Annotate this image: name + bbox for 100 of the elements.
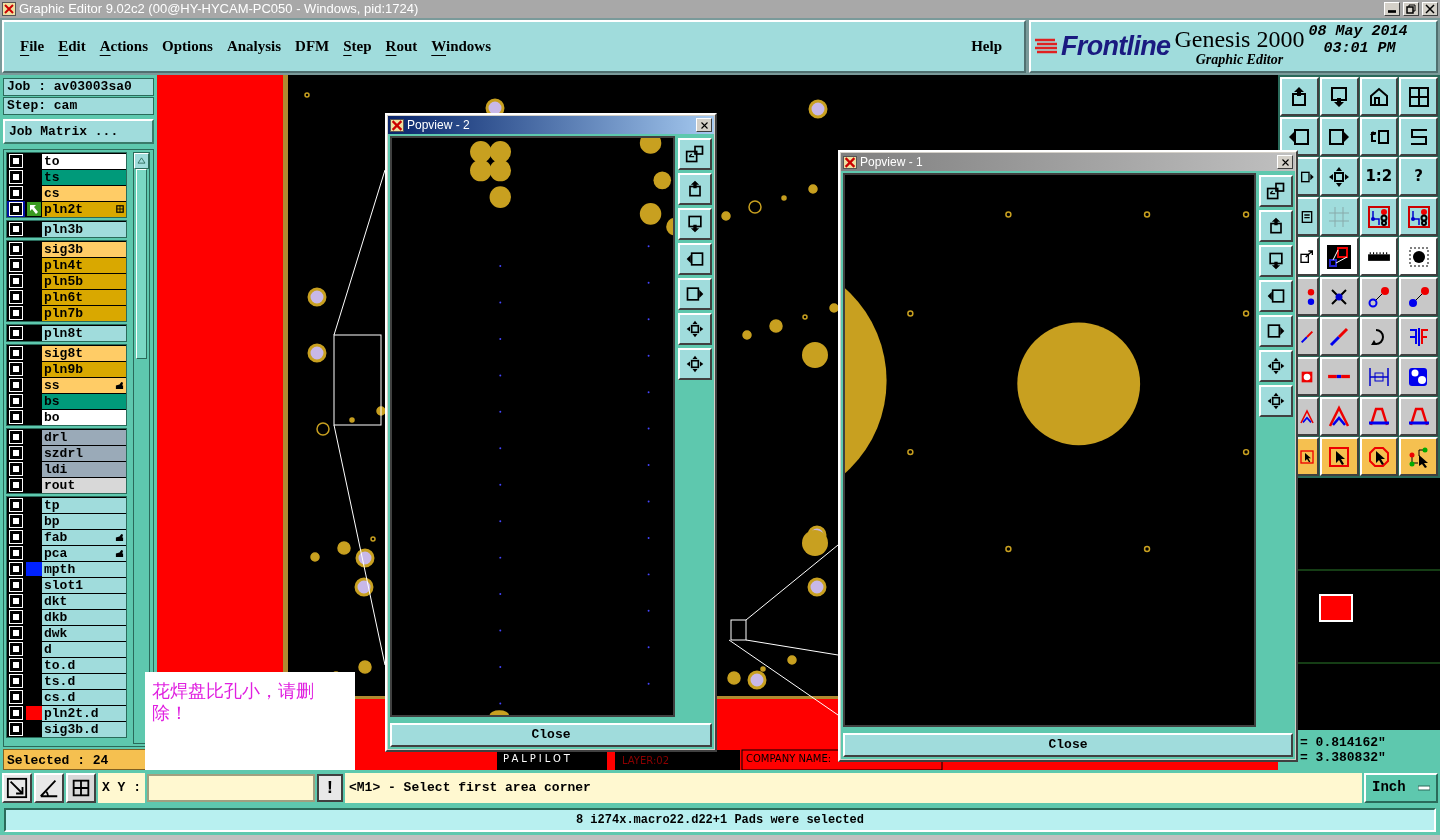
minimize-button[interactable]: [1384, 2, 1400, 16]
tool-button[interactable]: [1399, 397, 1438, 436]
layer-row[interactable]: to.d: [7, 656, 126, 673]
view-tool-button[interactable]: [1259, 315, 1293, 347]
view-tool-button[interactable]: [678, 348, 712, 380]
layer-row[interactable]: ldi: [7, 460, 126, 477]
grid-snap-button[interactable]: [66, 772, 96, 803]
tool-button[interactable]: [1399, 197, 1438, 236]
close-button[interactable]: [696, 118, 712, 132]
layer-row[interactable]: mpth: [7, 560, 126, 577]
layer-row[interactable]: ts.d: [7, 672, 126, 689]
restore-button[interactable]: [1403, 2, 1419, 16]
menu-item[interactable]: Edit: [52, 33, 92, 60]
units-dropdown[interactable]: Inch: [1364, 772, 1438, 803]
tool-button[interactable]: [1359, 197, 1399, 236]
layer-row[interactable]: bp: [7, 512, 126, 529]
tool-button[interactable]: [1319, 437, 1359, 476]
view-tool-button[interactable]: [1259, 210, 1293, 242]
menu-item[interactable]: Options: [156, 33, 219, 60]
view-tool-button[interactable]: [1259, 175, 1293, 207]
layer-row[interactable]: dkb: [7, 608, 126, 625]
layer-row[interactable]: ss: [7, 376, 126, 393]
menu-item[interactable]: Rout: [379, 33, 424, 60]
close-button[interactable]: [1422, 2, 1438, 16]
angle-ruler-button[interactable]: [34, 772, 64, 803]
close-button[interactable]: Close: [843, 733, 1293, 757]
tool-button[interactable]: [1359, 317, 1399, 356]
layer-row[interactable]: pln2t.d: [7, 704, 126, 721]
layer-row[interactable]: sig8t: [7, 344, 126, 361]
layer-row[interactable]: tp: [7, 496, 126, 513]
layer-row[interactable]: sig3b.d: [7, 720, 126, 737]
tool-button[interactable]: [1399, 117, 1438, 156]
menu-item[interactable]: Help: [965, 33, 1008, 60]
view-tool-button[interactable]: [678, 278, 712, 310]
layer-row[interactable]: cs.d: [7, 688, 126, 705]
layer-row[interactable]: pln2t: [7, 200, 126, 217]
layer-row[interactable]: pln7b: [7, 304, 126, 321]
layer-row[interactable]: to: [7, 152, 126, 169]
layer-row[interactable]: pln6t: [7, 288, 126, 305]
layer-row[interactable]: pca: [7, 544, 126, 561]
tool-button[interactable]: [1319, 357, 1359, 396]
tool-button[interactable]: 1:2: [1359, 157, 1399, 196]
menu-item[interactable]: File: [14, 33, 51, 60]
layer-row[interactable]: drl: [7, 428, 126, 445]
view-tool-button[interactable]: [678, 173, 712, 205]
tool-button[interactable]: [1319, 397, 1359, 436]
layer-row[interactable]: pln8t: [7, 324, 126, 341]
tool-button[interactable]: [1359, 277, 1399, 316]
layer-row[interactable]: pln3b: [7, 220, 126, 237]
view-tool-button[interactable]: [678, 138, 712, 170]
menu-item[interactable]: Actions: [93, 33, 155, 60]
layer-row[interactable]: szdrl: [7, 444, 126, 461]
job-matrix-button[interactable]: Job Matrix ...: [3, 119, 154, 144]
layer-row[interactable]: d: [7, 640, 126, 657]
tool-button[interactable]: [1359, 437, 1399, 476]
layer-row[interactable]: cs: [7, 184, 126, 201]
layer-row[interactable]: ts: [7, 168, 126, 185]
layer-row[interactable]: bo: [7, 408, 126, 425]
layer-row[interactable]: rout: [7, 476, 126, 493]
tool-button[interactable]: [1319, 237, 1359, 276]
scrollbar-thumb[interactable]: [136, 168, 147, 359]
tool-button[interactable]: [1399, 277, 1438, 316]
layer-row[interactable]: fab: [7, 528, 126, 545]
zoom-diagonal-button[interactable]: [2, 772, 32, 803]
xy-input-field[interactable]: [147, 773, 315, 802]
menu-item[interactable]: Step: [337, 33, 378, 60]
tool-button[interactable]: [1359, 397, 1399, 436]
layer-row[interactable]: pln5b: [7, 272, 126, 289]
tool-button[interactable]: [1359, 357, 1399, 396]
tool-button[interactable]: [1399, 357, 1438, 396]
view-tool-button[interactable]: [1259, 350, 1293, 382]
close-button[interactable]: [1277, 155, 1293, 169]
tool-button[interactable]: [1319, 277, 1359, 316]
layer-checkbox[interactable]: [10, 202, 22, 215]
view-tool-button[interactable]: [1259, 385, 1293, 417]
layer-row[interactable]: dkt: [7, 592, 126, 609]
tool-button[interactable]: [1319, 197, 1359, 236]
tool-button[interactable]: [1280, 117, 1319, 156]
menu-item[interactable]: DFM: [289, 33, 336, 60]
tool-button[interactable]: [1359, 77, 1399, 116]
layer-row[interactable]: dwk: [7, 624, 126, 641]
layer-row[interactable]: bs: [7, 392, 126, 409]
tool-button[interactable]: [1319, 117, 1359, 156]
tool-button[interactable]: [1399, 317, 1438, 356]
tool-button[interactable]: [1359, 237, 1399, 276]
view-tool-button[interactable]: [678, 208, 712, 240]
view-tool-button[interactable]: [678, 313, 712, 345]
view-tool-button[interactable]: [1259, 280, 1293, 312]
tool-button[interactable]: [1280, 77, 1319, 116]
tool-button[interactable]: [1319, 317, 1359, 356]
view-tool-button[interactable]: [1259, 245, 1293, 277]
tool-button[interactable]: [1359, 117, 1399, 156]
exclaim-button[interactable]: !: [317, 773, 343, 802]
layer-row[interactable]: slot1: [7, 576, 126, 593]
scrollbar[interactable]: [133, 151, 150, 744]
close-button[interactable]: Close: [390, 723, 712, 747]
tool-button[interactable]: [1399, 237, 1438, 276]
tool-button[interactable]: [1399, 437, 1438, 476]
menu-item[interactable]: Windows: [425, 33, 498, 60]
menu-item[interactable]: Analysis: [220, 33, 288, 60]
